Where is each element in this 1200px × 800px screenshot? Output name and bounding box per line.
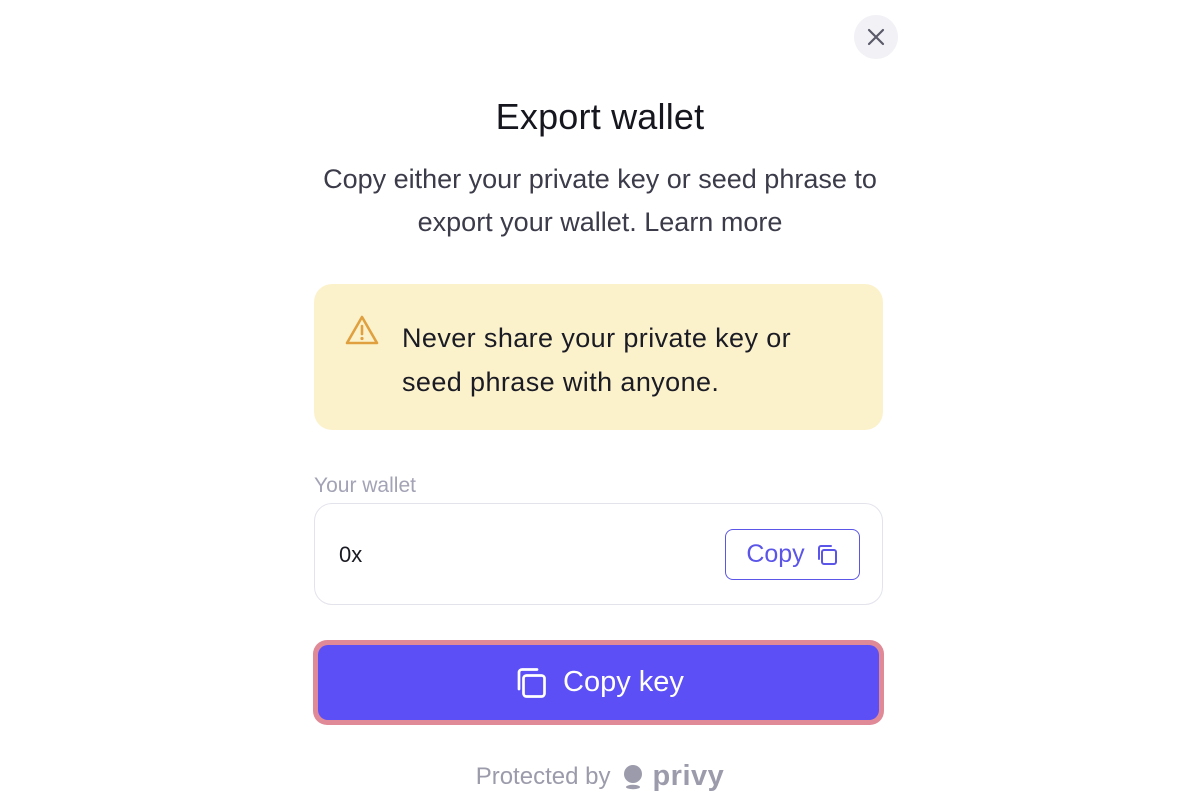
footer: Protected by privy — [0, 760, 1200, 793]
privy-mark-icon — [624, 764, 643, 789]
copy-key-focus-ring: Copy key — [313, 640, 884, 725]
warning-text: Never share your private key or seed phr… — [402, 316, 852, 404]
wallet-label: Your wallet — [314, 474, 416, 497]
wallet-field: 0x Copy — [314, 503, 883, 605]
wallet-address: 0x — [339, 542, 363, 567]
subtitle-text: Copy either your private key or seed phr… — [323, 164, 877, 237]
privy-brand-text: privy — [652, 760, 725, 792]
export-wallet-modal: Export wallet Copy either your private k… — [0, 0, 1200, 800]
modal-subtitle: Copy either your private key or seed phr… — [300, 158, 900, 244]
close-icon — [867, 28, 885, 46]
copy-key-label: Copy key — [563, 666, 684, 698]
copy-address-label: Copy — [746, 540, 805, 568]
protected-by-text: Protected by — [475, 762, 611, 790]
warning-triangle-icon — [345, 315, 379, 345]
modal-title: Export wallet — [495, 96, 705, 137]
copy-address-button[interactable]: Copy — [725, 529, 860, 580]
copy-key-button[interactable]: Copy key — [318, 645, 879, 720]
privy-logo[interactable]: privy — [622, 760, 724, 793]
close-button[interactable] — [854, 15, 898, 59]
warning-line-1: Never share your private key or — [402, 323, 792, 353]
learn-more-link[interactable]: Learn more — [644, 207, 782, 237]
copy-icon — [817, 544, 837, 565]
copy-icon — [517, 667, 546, 698]
warning-callout: Never share your private key or seed phr… — [314, 284, 883, 430]
warning-line-2: seed phrase with anyone. — [402, 367, 720, 397]
